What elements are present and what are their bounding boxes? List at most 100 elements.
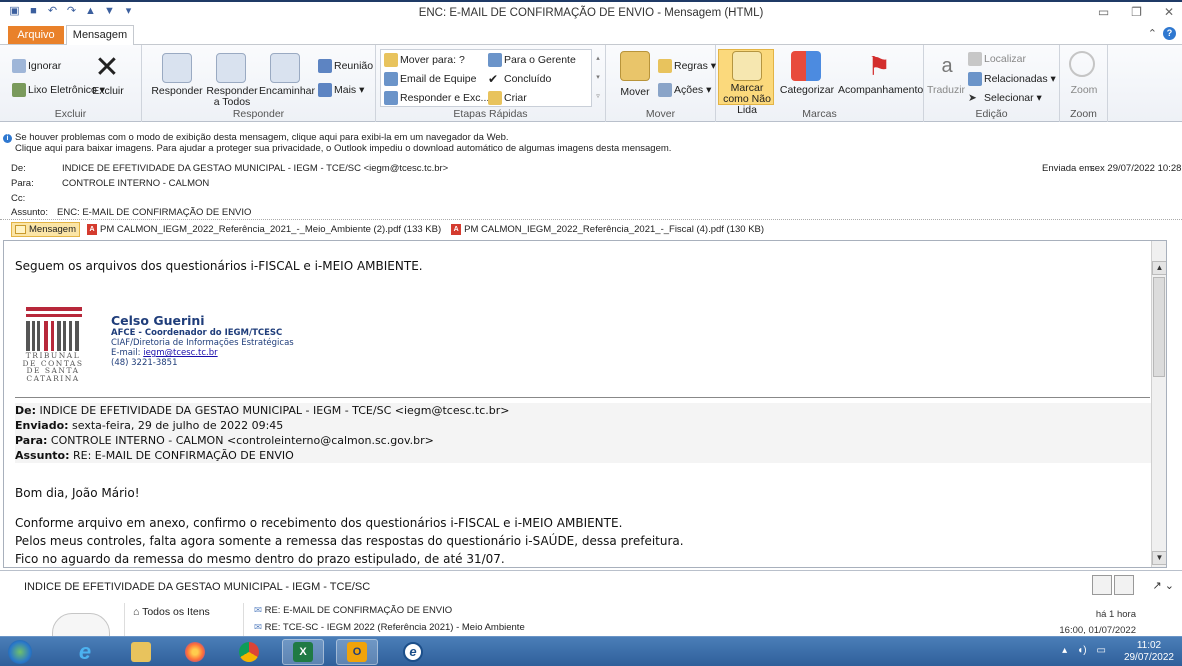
categorize-button[interactable]: Categorizar [776, 85, 838, 96]
group-respond: Responder Responder a Todos Encaminhar R… [142, 45, 376, 122]
divider [15, 397, 1150, 398]
scroll-thumb[interactable] [1153, 277, 1165, 377]
tray-expand-icon[interactable]: ▴ [1062, 645, 1067, 656]
tab-file[interactable]: Arquivo [8, 26, 64, 44]
nav-all-items[interactable]: ⌂ Todos os Itens [133, 606, 210, 618]
folder-icon [384, 53, 398, 67]
tab-message[interactable]: Mensagem [66, 25, 134, 45]
reply-button[interactable]: Responder [148, 86, 206, 97]
quick-create[interactable]: Criar [488, 91, 527, 105]
ribbon: Ignorar Lixo Eletrônico ▾ ✕ Excluir Excl… [0, 44, 1182, 122]
list-item[interactable]: ✉ RE: E-MAIL DE CONFIRMAÇÃO DE ENVIO [254, 605, 452, 616]
attachment-item[interactable]: A PM CALMON_IEGM_2022_Referência_2021_-_… [84, 222, 444, 237]
quick-steps-scroll[interactable]: ▴ ▾ ▿ [593, 49, 603, 107]
group-label-zoom: Zoom [1070, 108, 1097, 120]
quick-to-manager[interactable]: Para o Gerente [488, 53, 576, 67]
restore-button[interactable]: ❐ [1131, 5, 1142, 19]
list-item-time: há 1 hora [1095, 609, 1136, 620]
people-pane-title: INDICE DE EFETIVIDADE DA GESTAO MUNICIPA… [24, 581, 371, 593]
scroll-up-arrow[interactable]: ▲ [1152, 261, 1166, 275]
envelope-icon [15, 224, 26, 234]
taskbar-ie[interactable]: e [64, 639, 106, 665]
help-icon[interactable]: ? [1163, 27, 1176, 40]
list-item[interactable]: ✉ RE: TCE-SC - IEGM 2022 (Referência 202… [254, 622, 525, 634]
group-label-delete: Excluir [54, 108, 87, 120]
outlook-icon: O [347, 642, 367, 662]
sent-value: sex 29/07/2022 10:28 [1090, 163, 1182, 174]
taskbar-chrome[interactable] [228, 639, 270, 665]
attachment-bar: Mensagem A PM CALMON_IEGM_2022_Referênci… [11, 221, 767, 237]
ribbon-tabs: Arquivo Mensagem ⌃ ? [0, 24, 1182, 45]
volume-icon[interactable]: ◖) [1077, 645, 1086, 656]
reply-all-button[interactable]: Responder a Todos [204, 86, 260, 108]
people-pane: INDICE DE EFETIVIDADE DA GESTAO MUNICIPA… [0, 570, 1182, 653]
followup-button[interactable]: Acompanhamento [838, 85, 923, 96]
quick-team-email[interactable]: Email de Equipe [384, 72, 476, 86]
minimize-ribbon-icon[interactable]: ⌃ [1148, 27, 1157, 40]
start-button[interactable] [2, 639, 38, 665]
to-manager-icon [488, 53, 502, 67]
delete-button[interactable]: Excluir [86, 86, 130, 97]
info-line-2[interactable]: Clique aqui para baixar imagens. Para aj… [15, 143, 1182, 154]
quick-reply-delete[interactable]: Responder e Exc... [384, 91, 489, 105]
taskbar-app[interactable]: e [392, 639, 434, 665]
forward-icon [270, 53, 300, 83]
network-icon[interactable]: ▭ [1097, 645, 1106, 656]
pdf-icon: A [451, 223, 462, 235]
select-button[interactable]: ➤ Selecionar ▾ [968, 91, 1042, 105]
group-quick-steps: Mover para: ? Email de Equipe Responder … [376, 45, 606, 122]
taskbar: e X O e ▴ ◖) ▭ 11:02 29/07/2022 [0, 636, 1182, 666]
signature-role: AFCE - Coordenador do IEGM/TCESC [111, 328, 283, 338]
flag-icon: ⚑ [867, 51, 891, 81]
taskbar-firefox[interactable] [174, 639, 216, 665]
cc-label: Cc: [11, 193, 26, 204]
signature-email-link[interactable]: iegm@tcesc.tc.br [143, 348, 217, 358]
quick-move-to[interactable]: Mover para: ? [384, 53, 465, 67]
group-label-quick-steps: Etapas Rápidas [453, 108, 528, 120]
categorize-icon [791, 51, 821, 81]
chrome-icon [239, 642, 259, 662]
ignore-button[interactable]: Ignorar [12, 59, 61, 73]
scroll-down-arrow[interactable]: ▼ [1152, 551, 1166, 565]
message-attachment-tab[interactable]: Mensagem [11, 221, 80, 237]
taskbar-outlook[interactable]: O [336, 639, 378, 665]
people-pane-expand-icon[interactable]: ↗ ⌄ [1153, 579, 1175, 592]
move-button[interactable]: Mover [612, 87, 658, 98]
info-line-1[interactable]: Se houver problemas com o modo de exibiç… [15, 126, 1182, 143]
taskbar-explorer[interactable] [120, 639, 162, 665]
more-button[interactable]: Mais ▾ [318, 83, 364, 97]
more-icon [318, 83, 332, 97]
contact-avatar-icon[interactable] [1114, 575, 1134, 595]
contact-avatar-icon[interactable] [1092, 575, 1112, 595]
rules-button[interactable]: Regras ▾ [658, 59, 716, 73]
quick-done[interactable]: ✔ Concluído [488, 72, 551, 86]
from-value[interactable]: INDICE DE EFETIVIDADE DA GESTAO MUNICIPA… [62, 163, 448, 174]
firefox-icon [185, 642, 205, 662]
actions-button[interactable]: Ações ▾ [658, 83, 711, 97]
related-button[interactable]: Relacionadas ▾ [968, 72, 1056, 86]
to-value[interactable]: CONTROLE INTERNO - CALMON [62, 178, 209, 189]
group-zoom: Zoom Zoom [1060, 45, 1108, 122]
close-button[interactable]: ✕ [1164, 5, 1174, 19]
translate-button[interactable]: Traduzir [924, 85, 968, 96]
minimize-button[interactable]: ▭ [1098, 5, 1109, 19]
tce-logo-text: TRIBUNAL DE CONTAS DE SANTA CATARINA [22, 351, 84, 383]
to-label: Para: [11, 178, 34, 189]
signature-dept: CIAF/Diretoria de Informações Estratégic… [111, 338, 294, 348]
reply-delete-icon [384, 91, 398, 105]
create-icon [488, 91, 502, 105]
subject-label: Assunto: [11, 207, 48, 218]
attachment-item[interactable]: A PM CALMON_IEGM_2022_Referência_2021_-_… [448, 222, 767, 237]
windows-logo-icon [8, 640, 32, 664]
find-button[interactable]: Localizar [968, 52, 1026, 66]
info-bar[interactable]: i Se houver problemas com o modo de exib… [0, 126, 1182, 158]
zoom-icon [1069, 51, 1095, 77]
zoom-button[interactable]: Zoom [1060, 85, 1108, 96]
taskbar-excel[interactable]: X [282, 639, 324, 665]
message-body[interactable]: Seguem os arquivos dos questionários i-F… [3, 240, 1167, 568]
meeting-button[interactable]: Reunião [318, 59, 373, 73]
people-avatars [1092, 575, 1134, 595]
body-scrollbar[interactable]: ▲ ▼ [1151, 241, 1166, 567]
forward-button[interactable]: Encaminhar [258, 86, 316, 97]
clock[interactable]: 11:02 29/07/2022 [1124, 640, 1174, 664]
